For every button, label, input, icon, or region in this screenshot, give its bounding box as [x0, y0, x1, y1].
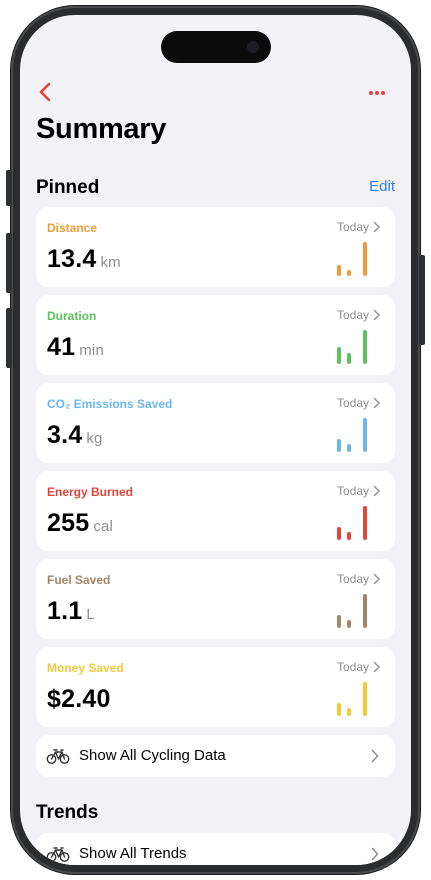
- mini-bar: [347, 708, 351, 716]
- bicycle-icon: [46, 749, 70, 764]
- show-all-cycling-row[interactable]: Show All Cycling Data: [36, 735, 395, 777]
- chevron-right-icon: [373, 397, 380, 409]
- metric-value-row: 13.4 km: [47, 245, 121, 274]
- show-all-trends-row[interactable]: Show All Trends: [36, 833, 395, 865]
- metric-label: Fuel Saved: [47, 573, 111, 587]
- metric-period: Today: [336, 396, 369, 410]
- side-button: [419, 255, 425, 345]
- screen: Summary Pinned Edit Distance Today 13.4 km D…: [20, 15, 411, 865]
- mini-bar: [363, 682, 367, 716]
- metric-label: Money Saved: [47, 661, 124, 675]
- mini-bar: [347, 532, 351, 540]
- chevron-left-icon: [39, 82, 51, 102]
- metric-value: 255: [47, 509, 90, 537]
- metric-card[interactable]: Money Saved Today $2.40: [36, 647, 395, 727]
- metric-unit: kg: [86, 430, 103, 447]
- mini-bar-chart: [337, 236, 371, 276]
- mini-bar-chart: [337, 412, 371, 452]
- metric-card[interactable]: Distance Today 13.4 km: [36, 207, 395, 287]
- chevron-right-icon: [373, 485, 380, 497]
- metric-card[interactable]: Fuel Saved Today 1.1 L: [36, 559, 395, 639]
- metric-period: Today: [336, 572, 369, 586]
- mini-bar: [347, 353, 351, 364]
- metric-period: Today: [336, 308, 369, 322]
- show-all-trends-label: Show All Trends: [79, 845, 187, 862]
- chevron-right-icon: [371, 847, 379, 861]
- metric-unit: km: [100, 254, 121, 271]
- metric-label: Energy Burned: [47, 485, 134, 499]
- metric-value: 13.4: [47, 245, 97, 273]
- metric-card[interactable]: CO₂ Emissions Saved Today 3.4 kg: [36, 383, 395, 463]
- bicycle-icon: [46, 847, 70, 862]
- metric-value-row: $2.40: [47, 685, 115, 714]
- chevron-right-icon: [371, 749, 379, 763]
- mini-bar: [337, 703, 341, 716]
- mini-bar: [363, 418, 367, 452]
- metric-value-row: 1.1 L: [47, 597, 95, 626]
- metric-period: Today: [336, 484, 369, 498]
- metric-period: Today: [336, 660, 369, 674]
- more-button[interactable]: [365, 85, 389, 101]
- chevron-right-icon: [373, 661, 380, 673]
- mini-bar-chart: [337, 676, 371, 716]
- mini-bar: [337, 615, 341, 628]
- volume-down-button: [6, 308, 12, 368]
- mini-bar: [347, 270, 351, 276]
- device-frame: Summary Pinned Edit Distance Today 13.4 km D…: [0, 0, 431, 880]
- edit-button[interactable]: Edit: [369, 178, 395, 195]
- metric-period: Today: [336, 220, 369, 234]
- mini-bar: [337, 527, 341, 540]
- show-all-cycling-label: Show All Cycling Data: [79, 747, 226, 764]
- mini-bar: [347, 620, 351, 628]
- mini-bar: [337, 347, 341, 364]
- mini-bar: [363, 506, 367, 540]
- metric-card[interactable]: Energy Burned Today 255 cal: [36, 471, 395, 551]
- metric-value-row: 41 min: [47, 333, 104, 362]
- volume-up-button: [6, 233, 12, 293]
- metric-unit: min: [79, 342, 104, 359]
- mini-bar: [347, 444, 351, 452]
- metric-value: 41: [47, 333, 76, 361]
- dynamic-island: [161, 31, 271, 63]
- page-title: Summary: [36, 113, 167, 145]
- metric-value-row: 255 cal: [47, 509, 113, 538]
- metric-unit: L: [86, 606, 95, 623]
- pinned-heading: Pinned: [36, 177, 100, 198]
- metric-label: Duration: [47, 309, 97, 323]
- metric-value-row: 3.4 kg: [47, 421, 103, 450]
- metric-card[interactable]: Duration Today 41 min: [36, 295, 395, 375]
- metric-unit: cal: [93, 518, 114, 535]
- metric-value: 1.1: [47, 597, 83, 625]
- mini-bar: [337, 439, 341, 452]
- mini-bar-chart: [337, 588, 371, 628]
- mini-bar-chart: [337, 500, 371, 540]
- chevron-right-icon: [373, 221, 380, 233]
- mini-bar: [363, 330, 367, 364]
- mini-bar-chart: [337, 324, 371, 364]
- chevron-right-icon: [373, 309, 380, 321]
- metric-label: Distance: [47, 221, 98, 235]
- metric-value: 3.4: [47, 421, 83, 449]
- mini-bar: [337, 265, 341, 276]
- metric-label: CO₂ Emissions Saved: [47, 397, 173, 411]
- action-button: [6, 170, 12, 206]
- mini-bar: [363, 242, 367, 276]
- chevron-right-icon: [373, 573, 380, 585]
- ellipsis-icon: [369, 91, 385, 95]
- trends-heading: Trends: [36, 802, 99, 823]
- back-button[interactable]: [32, 79, 58, 105]
- metric-value: $2.40: [47, 685, 111, 713]
- mini-bar: [363, 594, 367, 628]
